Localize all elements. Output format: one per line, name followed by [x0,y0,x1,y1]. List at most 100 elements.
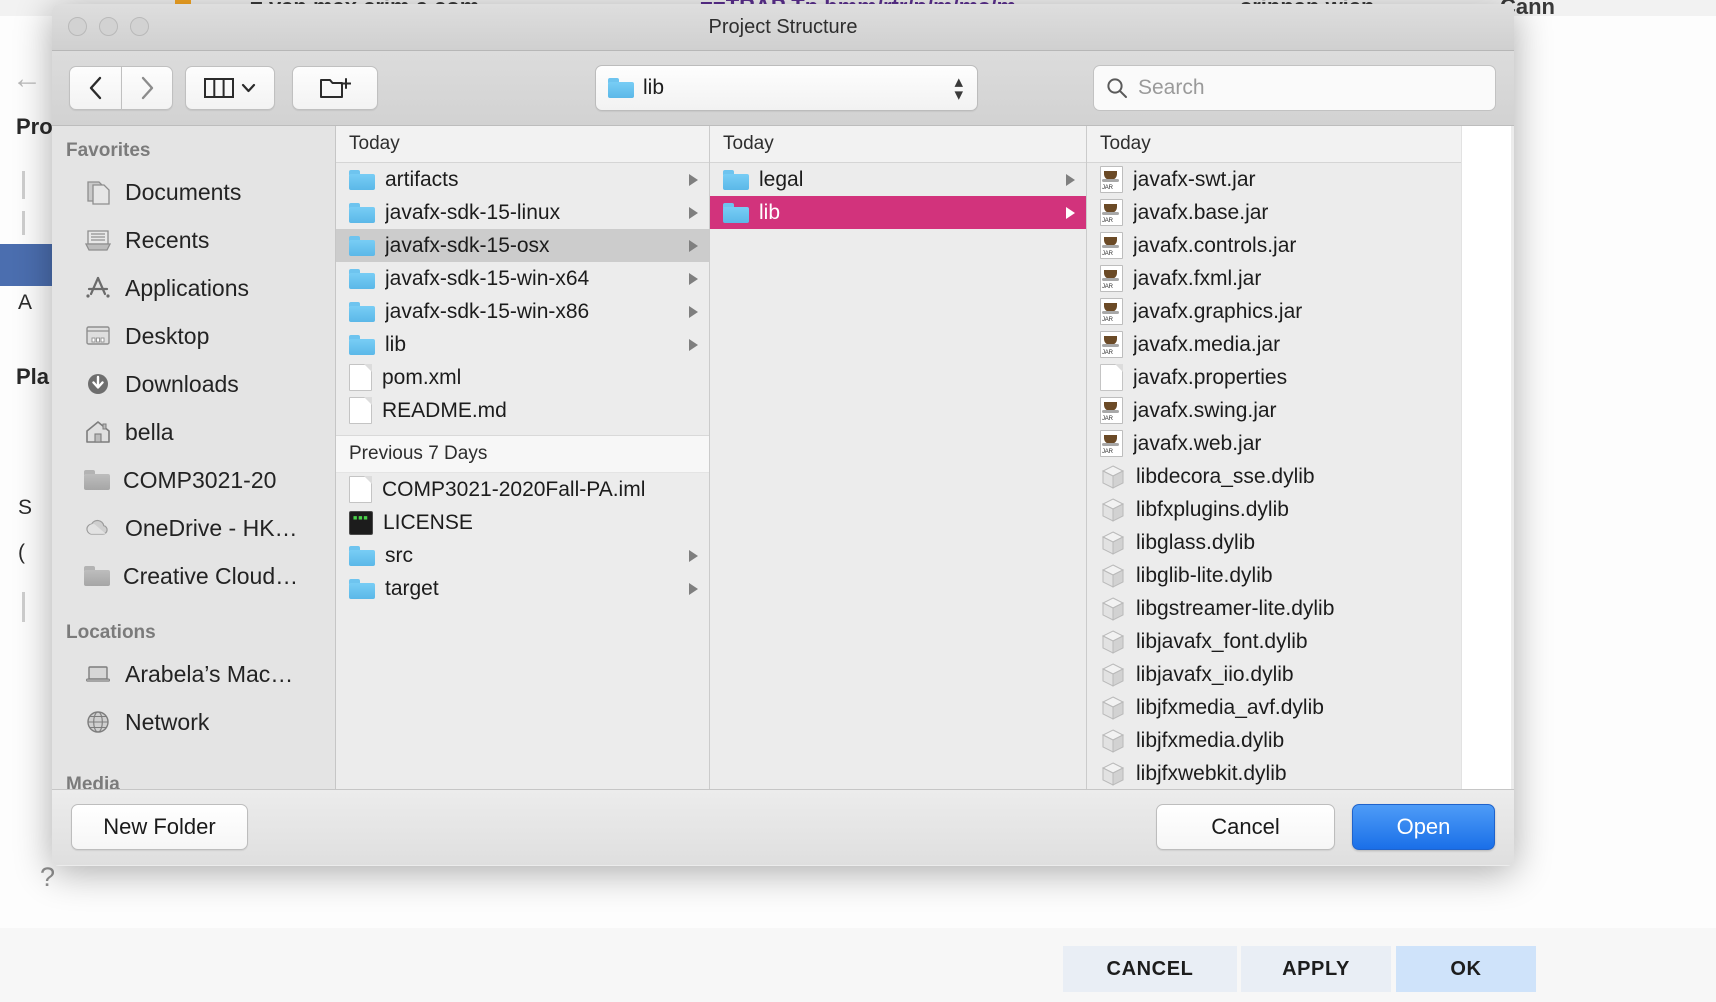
file-row[interactable]: JAR javafx-swt.jar [1087,163,1461,196]
sidebar-item-desktop[interactable]: Desktop [52,312,335,360]
file-row[interactable]: libjavafx_iio.dylib [1087,658,1461,691]
file-name: javafx.controls.jar [1133,233,1297,257]
document-icon [349,476,372,503]
file-row[interactable]: javafx-sdk-15-win-x86 [336,295,709,328]
sidebar-item-documents[interactable]: Documents [52,168,335,216]
forward-button[interactable] [121,66,173,110]
file-row[interactable]: JAR javafx.swing.jar [1087,394,1461,427]
sidebar-item-onedrive[interactable]: OneDrive - HK… [52,504,335,552]
column-scroll-gutter[interactable] [1461,126,1511,789]
new-folder-icon [320,78,351,98]
disclosure-chevron-icon[interactable] [1066,206,1075,219]
file-row[interactable]: lib [336,328,709,361]
search-field[interactable]: Search [1093,65,1496,111]
file-name: javafx-sdk-15-osx [385,233,550,257]
background-apply-button[interactable]: APPLY [1241,946,1391,992]
file-name: libglass.dylib [1136,530,1256,554]
cancel-button[interactable]: Cancel [1156,804,1335,850]
dylib-icon [1101,530,1125,555]
back-arrow-icon[interactable]: ← [12,64,42,94]
file-row-selected[interactable]: javafx-sdk-15-osx [336,229,709,262]
file-row[interactable]: JAR javafx.base.jar [1087,196,1461,229]
file-row[interactable]: javafx.properties [1087,361,1461,394]
file-row[interactable]: COMP3021-2020Fall-PA.iml [336,473,709,506]
file-row[interactable]: legal [710,163,1086,196]
jar-icon: JAR [1100,265,1123,292]
dylib-icon [1101,761,1125,786]
path-popup-label: lib [643,76,665,99]
background-small-label-1: S [18,496,33,519]
downloads-icon [88,374,108,394]
file-row[interactable]: libglib-lite.dylib [1087,559,1461,592]
column-header: Today [1087,126,1461,163]
file-row[interactable]: pom.xml [336,361,709,394]
folder-icon [723,202,749,223]
sidebar-item-downloads[interactable]: Downloads [52,360,335,408]
file-row[interactable]: libjavafx_font.dylib [1087,625,1461,658]
file-row[interactable]: libgstreamer-lite.dylib [1087,592,1461,625]
background-cancel-button[interactable]: CANCEL [1063,946,1237,992]
sheet-footer: New Folder Cancel Open [52,789,1514,865]
back-button[interactable] [69,66,121,110]
file-row[interactable]: JAR javafx.graphics.jar [1087,295,1461,328]
file-name: javafx.base.jar [1133,200,1269,224]
file-name: libdecora_sse.dylib [1136,464,1315,488]
file-row[interactable]: JAR javafx.fxml.jar [1087,262,1461,295]
sidebar-item-label: Documents [125,178,242,205]
sidebar-item-network[interactable]: Network [52,698,335,746]
home-icon [86,421,110,443]
sheet-body: Favorites Documents Recents Applications… [52,126,1514,789]
disclosure-chevron-icon[interactable] [689,272,698,285]
disclosure-chevron-icon[interactable] [689,239,698,252]
column-header: Today [336,126,709,163]
help-icon[interactable]: ? [40,862,55,893]
disclosure-chevron-icon[interactable] [689,582,698,595]
sidebar-item-arabelas-mac[interactable]: Arabela’s Mac… [52,650,335,698]
path-popup-button[interactable]: lib ▴ ▾ [595,65,978,111]
open-button[interactable]: Open [1352,804,1495,850]
disclosure-chevron-icon[interactable] [689,549,698,562]
file-row[interactable]: artifacts [336,163,709,196]
sidebar-item-applications[interactable]: Applications [52,264,335,312]
file-row[interactable]: libdecora_sse.dylib [1087,460,1461,493]
file-row[interactable]: libjfxwebkit.dylib [1087,757,1461,789]
document-icon [349,397,372,424]
file-row[interactable]: target [336,572,709,605]
file-row[interactable]: libjfxmedia.dylib [1087,724,1461,757]
file-row[interactable]: JAR javafx.media.jar [1087,328,1461,361]
view-mode-button[interactable] [185,66,275,110]
file-row[interactable]: JAR javafx.controls.jar [1087,229,1461,262]
background-selected-row[interactable] [0,244,52,286]
file-row[interactable]: JAR javafx.web.jar [1087,427,1461,460]
sidebar-item-recents[interactable]: Recents [52,216,335,264]
file-row[interactable]: README.md [336,394,709,427]
file-row[interactable]: libglass.dylib [1087,526,1461,559]
globe-icon [87,711,109,733]
background-ok-button[interactable]: OK [1396,946,1536,992]
sidebar-item-bella[interactable]: bella [52,408,335,456]
sidebar-item-label: COMP3021-20 [123,466,277,493]
file-row-selected[interactable]: lib [710,196,1086,229]
file-row[interactable]: libfxplugins.dylib [1087,493,1461,526]
chevron-right-icon [141,76,154,100]
background-small-label-3: A [18,291,33,314]
sidebar-item-label: Creative Cloud… [123,562,299,589]
disclosure-chevron-icon[interactable] [689,338,698,351]
file-row[interactable]: src [336,539,709,572]
jar-icon: JAR [1100,430,1123,457]
jar-icon: JAR [1100,298,1123,325]
sidebar-item-creative-cloud[interactable]: Creative Cloud… [52,552,335,600]
file-row[interactable]: ■■■ LICENSE [336,506,709,539]
disclosure-chevron-icon[interactable] [689,173,698,186]
file-row[interactable]: javafx-sdk-15-win-x64 [336,262,709,295]
disclosure-chevron-icon[interactable] [689,305,698,318]
file-name: javafx-sdk-15-win-x86 [385,299,590,323]
folder-grey-icon [84,470,110,490]
new-folder-toolbar-button[interactable] [292,66,378,110]
file-row[interactable]: libjfxmedia_avf.dylib [1087,691,1461,724]
sidebar-item-comp3021-20[interactable]: COMP3021-20 [52,456,335,504]
new-folder-button[interactable]: New Folder [71,804,248,850]
disclosure-chevron-icon[interactable] [689,206,698,219]
disclosure-chevron-icon[interactable] [1066,173,1075,186]
file-row[interactable]: javafx-sdk-15-linux [336,196,709,229]
